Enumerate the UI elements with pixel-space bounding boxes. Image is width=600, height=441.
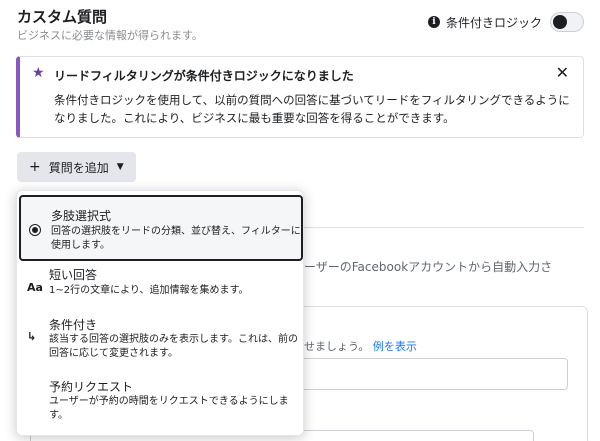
- menu-item-appointment-request[interactable]: 予約リクエスト ユーザーが予約の時間をリクエストできるようにします。: [19, 375, 303, 431]
- page-title: カスタム質問: [17, 8, 108, 26]
- caret-down-icon: ▼: [116, 162, 124, 172]
- menu-item-multiple-choice[interactable]: 多肢選択式 回答の選択肢をリードの分類、並び替え、フィルターに使用します。: [19, 195, 303, 261]
- menu-item-title: 予約リクエスト: [49, 380, 134, 394]
- text-aa-icon: Aa: [27, 281, 43, 294]
- see-example-link[interactable]: 例を表示: [373, 340, 417, 353]
- add-question-label: 質問を追加: [48, 160, 109, 175]
- info-banner: ★ リードフィルタリングが条件付きロジックになりました ✕ 条件付きロジックを使…: [16, 56, 584, 138]
- page-subtitle: ビジネスに必要な情報が得られます。: [17, 29, 203, 42]
- menu-item-desc: 該当する回答の選択肢のみを表示します。これは、前の回答に応じて変更されます。: [49, 334, 298, 359]
- info-icon[interactable]: i: [427, 16, 440, 28]
- conditional-logic-toggle[interactable]: [550, 12, 584, 32]
- menu-item-desc: ユーザーが予約の時間をリクエストできるようにします。: [49, 396, 289, 421]
- menu-item-desc: 回答の選択肢をリードの分類、並び替え、フィルターに使用します。: [51, 226, 301, 251]
- menu-item-title: 条件付き: [49, 318, 98, 332]
- banner-body: 条件付きロジックを使用して、以前の質問への回答に基づいてリードをフィルタリングで…: [54, 93, 570, 125]
- add-question-button[interactable]: + 質問を追加 ▼: [17, 152, 136, 182]
- radio-icon: [29, 224, 41, 236]
- banner-title: リードフィルタリングが条件付きロジックになりました: [54, 69, 354, 83]
- question-hint: せましょう。 例を表示: [304, 338, 417, 354]
- question-input[interactable]: [296, 358, 568, 390]
- toggle-knob: [553, 15, 567, 29]
- branch-icon: ↳: [27, 330, 37, 343]
- conditional-logic-label: 条件付きロジック: [445, 15, 542, 30]
- question-type-menu: 多肢選択式 回答の選択肢をリードの分類、並び替え、フィルターに使用します。 Aa…: [16, 190, 304, 436]
- menu-item-title: 多肢選択式: [51, 209, 112, 223]
- plus-icon: +: [29, 159, 41, 175]
- close-icon[interactable]: ✕: [556, 63, 569, 82]
- question-hint-text: せましょう。: [304, 340, 370, 353]
- divider: [300, 227, 584, 228]
- menu-item-desc: 1~2行の文章により、追加情報を集めます。: [49, 285, 249, 296]
- menu-item-short-answer[interactable]: Aa 短い回答 1~2行の文章により、追加情報を集めます。: [19, 263, 303, 307]
- menu-item-title: 短い回答: [49, 268, 98, 282]
- autofill-description: ーザーのFacebookアカウントから自動入力さ: [304, 260, 553, 274]
- conditional-logic-control: i 条件付きロジック: [427, 12, 584, 32]
- menu-item-conditional[interactable]: ↳ 条件付き 該当する回答の選択肢のみを表示します。これは、前の回答に応じて変更…: [19, 313, 303, 373]
- star-icon: ★: [32, 65, 45, 81]
